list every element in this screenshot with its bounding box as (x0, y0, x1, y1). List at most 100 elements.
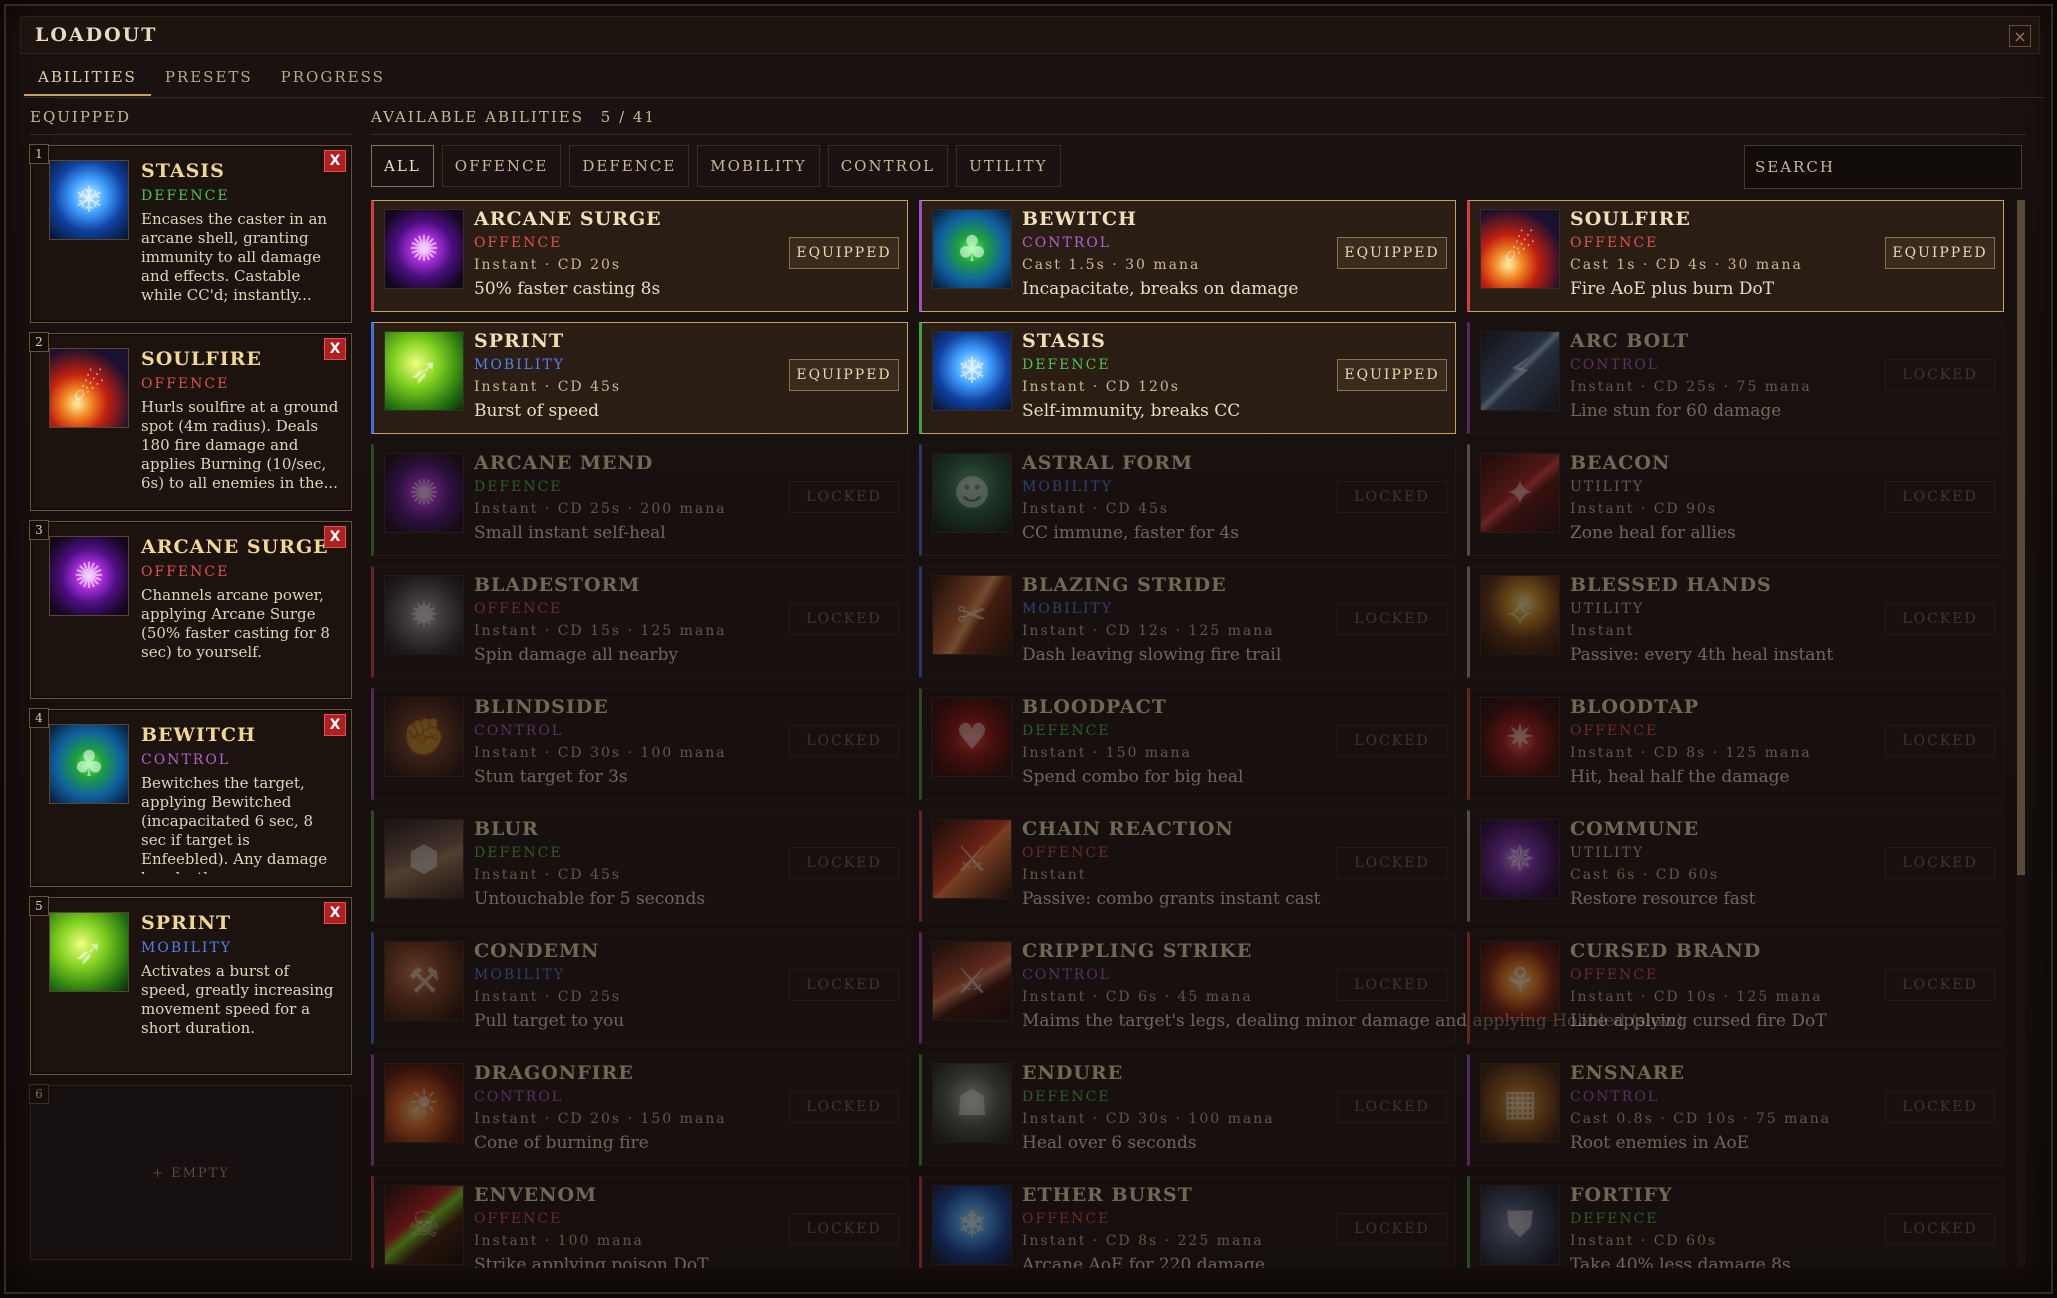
remove-ability-button[interactable]: X (324, 714, 346, 736)
ability-name: Blur (474, 818, 539, 840)
ability-card[interactable]: ☗ Endure DEFENCE Instant · CD 30s · 100 man… (919, 1054, 1456, 1166)
ability-card[interactable]: ⛊ Fortify DEFENCE Instant · CD 60s Take 40% … (1467, 1176, 2004, 1268)
ability-category: UTILITY (1570, 845, 1645, 861)
lightning-bolt-icon: ⚡ (1480, 331, 1560, 411)
remove-ability-button[interactable]: X (324, 902, 346, 924)
equipped-badge[interactable]: EQUIPPED (1337, 359, 1447, 391)
ability-card[interactable]: ⬢ Blur DEFENCE Instant · CD 45s Untouchable … (371, 810, 908, 922)
ability-category: DEFENCE (1022, 357, 1111, 373)
ability-name: Blazing Stride (1022, 574, 1227, 596)
ability-name: Bladestorm (474, 574, 641, 596)
frog-icon: ♣ (49, 724, 129, 804)
ability-card[interactable]: ♥ Bloodpact DEFENCE Instant · 150 mana Spend… (919, 688, 1456, 800)
ability-card[interactable]: ✺ Arcane Surge OFFENCE Instant · CD 20s 50% … (371, 200, 908, 312)
locked-badge: LOCKED (1337, 603, 1447, 635)
ability-card[interactable]: ✷ Bloodtap OFFENCE Instant · CD 8s · 125 ma… (1467, 688, 2004, 800)
slot-number: 6 (29, 1084, 49, 1104)
ability-card[interactable]: ☄ Soulfire OFFENCE Cast 1s · CD 4s · 30 man… (1467, 200, 2004, 312)
slot-ability-description: Channels arcane power, applying Arcane S… (141, 586, 330, 661)
locked-badge: LOCKED (1337, 969, 1447, 1001)
ability-card[interactable]: ✧ Blessed Hands UTILITY Instant Passive: eve… (1467, 566, 2004, 678)
ability-description: Line applying cursed fire DoT (1570, 1011, 1827, 1031)
slot-number: 5 (29, 896, 49, 916)
ability-category: MOBILITY (1022, 601, 1114, 617)
equipped-sidebar: EQUIPPED 1 ❄ Stasis DEFENCE Encases the cast… (29, 108, 352, 1260)
tab-progress[interactable]: PROGRESS (267, 64, 399, 96)
arcane-swirl-icon: ✺ (384, 453, 464, 533)
whirlwind-icon: ✹ (384, 575, 464, 655)
equipped-slot[interactable]: 1 ❄ Stasis DEFENCE Encases the caster in an … (29, 144, 352, 323)
ability-card[interactable]: ⚘ Cursed Brand OFFENCE Instant · CD 10s · 1… (1467, 932, 2004, 1044)
available-heading: AVAILABLE ABILITIES 5 / 41 (371, 108, 2026, 135)
ability-card[interactable]: ✊ Blindside CONTROL Instant · CD 30s · 100 … (371, 688, 908, 800)
ability-category: DEFENCE (474, 845, 563, 861)
ability-stats: Instant (1570, 623, 1635, 639)
equipped-slot[interactable]: 5 ➶ Sprint MOBILITY Activates a burst of spe… (29, 896, 352, 1075)
ability-card[interactable]: ♣ Bewitch CONTROL Cast 1.5s · 30 mana Incapa… (919, 200, 1456, 312)
ability-description: Spend combo for big heal (1022, 767, 1244, 787)
tab-abilities[interactable]: ABILITIES (24, 64, 151, 96)
remove-ability-button[interactable]: X (324, 338, 346, 360)
ability-card[interactable]: ☀ Dragonfire CONTROL Instant · CD 20s · 150… (371, 1054, 908, 1166)
ability-category: MOBILITY (1022, 479, 1114, 495)
equipped-badge[interactable]: EQUIPPED (789, 237, 899, 269)
round-shield-icon: ⛊ (1480, 1185, 1560, 1265)
ability-category: OFFENCE (1022, 845, 1111, 861)
ability-category: OFFENCE (474, 1211, 563, 1227)
filter-defence[interactable]: DEFENCE (569, 145, 690, 187)
locked-badge: LOCKED (1337, 481, 1447, 513)
equipped-badge[interactable]: EQUIPPED (1337, 237, 1447, 269)
ability-card[interactable]: ✺ Arcane Mend DEFENCE Instant · CD 25s · 20… (371, 444, 908, 556)
ability-description: Strike applying poison DoT (474, 1255, 709, 1268)
ability-card[interactable]: ❄ Stasis DEFENCE Instant · CD 120s Self-immu… (919, 322, 1456, 434)
ability-category: UTILITY (1570, 601, 1645, 617)
ability-stats: Instant · CD 45s (474, 867, 622, 883)
equipped-badge[interactable]: EQUIPPED (789, 359, 899, 391)
fireball-icon: ☄ (1480, 209, 1560, 289)
ability-category: OFFENCE (474, 601, 563, 617)
ability-stats: Instant · CD 30s · 100 mana (1022, 1111, 1275, 1127)
ability-name: Endure (1022, 1062, 1124, 1084)
search-input[interactable] (1744, 145, 2022, 189)
equipped-slot[interactable]: 3 ✺ Arcane Surge OFFENCE Channels arcane pow… (29, 520, 352, 699)
ability-card[interactable]: ✦ Beacon UTILITY Instant · CD 90s Zone heal … (1467, 444, 2004, 556)
close-button[interactable]: × (2009, 25, 2031, 47)
remove-ability-button[interactable]: X (324, 526, 346, 548)
ability-card[interactable]: ➶ Sprint MOBILITY Instant · CD 45s Burst of … (371, 322, 908, 434)
filter-offence[interactable]: OFFENCE (441, 145, 562, 187)
filter-all[interactable]: ALL (371, 145, 434, 187)
equipped-slot[interactable]: 4 ♣ Bewitch CONTROL Bewitches the target, ap… (29, 708, 352, 887)
filter-mobility[interactable]: MOBILITY (697, 145, 820, 187)
filter-control[interactable]: CONTROL (827, 145, 949, 187)
ability-grid-scrollbar[interactable] (2017, 200, 2025, 1268)
ability-description: Untouchable for 5 seconds (474, 889, 706, 909)
ability-category: DEFENCE (474, 479, 563, 495)
ability-card[interactable]: ✹ Bladestorm OFFENCE Instant · CD 15s · 125… (371, 566, 908, 678)
empty-slot[interactable]: 6 + EMPTY (29, 1084, 352, 1260)
equipped-heading: EQUIPPED (30, 108, 352, 135)
ability-card[interactable]: ☠ Envenom OFFENCE Instant · 100 mana Strike … (371, 1176, 908, 1268)
ability-card[interactable]: ⚡ Arc Bolt CONTROL Instant · CD 25s · 75 ma… (1467, 322, 2004, 434)
ability-card[interactable]: ⚒ Condemn MOBILITY Instant · CD 25s Pull tar… (371, 932, 908, 1044)
remove-ability-button[interactable]: X (324, 150, 346, 172)
ability-card[interactable]: ✵ Commune UTILITY Cast 6s · CD 60s Restore r… (1467, 810, 2004, 922)
locked-badge: LOCKED (1885, 359, 1995, 391)
ability-card[interactable]: ❄ Ether Burst OFFENCE Instant · CD 8s · 225… (919, 1176, 1456, 1268)
ability-card[interactable]: ✂ Blazing Stride MOBILITY Instant · CD 12s … (919, 566, 1456, 678)
scrollbar-thumb[interactable] (2017, 200, 2025, 875)
hammer-icon: ⚒ (384, 941, 464, 1021)
equipped-badge[interactable]: EQUIPPED (1885, 237, 1995, 269)
ability-card[interactable]: ⚔ Crippling Strike CONTROL Instant · CD 6s … (919, 932, 1683, 1044)
filter-utility[interactable]: UTILITY (956, 145, 1061, 187)
slot-ability-description: Encases the caster in an arcane shell, g… (141, 210, 328, 304)
ability-category: OFFENCE (1570, 723, 1659, 739)
ability-stats: Instant (1022, 867, 1087, 883)
ability-description: Self-immunity, breaks CC (1022, 401, 1241, 421)
tab-presets[interactable]: PRESETS (151, 64, 267, 96)
equipped-slot[interactable]: 2 ☄ Soulfire OFFENCE Hurls soulfire at a gro… (29, 332, 352, 511)
ability-stats: Cast 6s · CD 60s (1570, 867, 1720, 883)
ability-card[interactable]: ⚔ Chain Reaction OFFENCE Instant Passive: co… (919, 810, 1456, 922)
ability-card[interactable]: ☻ Astral Form MOBILITY Instant · CD 45s CC i… (919, 444, 1456, 556)
ability-card[interactable]: ▦ Ensnare CONTROL Cast 0.8s · CD 10s · 75 m… (1467, 1054, 2004, 1166)
ability-stats: Instant · CD 30s · 100 mana (474, 745, 727, 761)
